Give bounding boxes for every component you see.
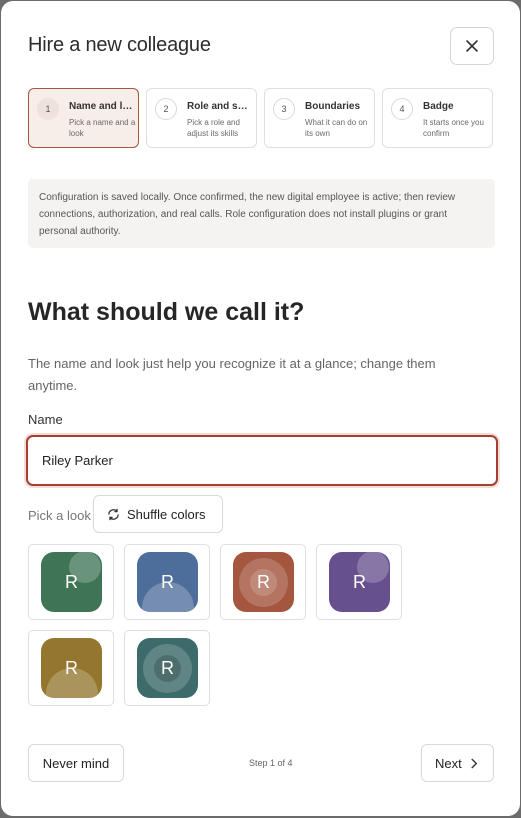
step-indicator: Step 1 of 4: [249, 758, 293, 768]
step-description: It starts once you confirm: [423, 118, 484, 138]
refresh-icon: [108, 508, 119, 520]
shuffle-colors-label: Shuffle colors: [127, 506, 206, 522]
never-mind-button[interactable]: Never mind: [28, 744, 124, 782]
step-description: What it can do on its own: [305, 118, 368, 138]
step-number: 1: [37, 98, 59, 120]
step-title: Boundaries: [305, 101, 361, 112]
step-title: Role and skills: [187, 101, 253, 112]
look-option-mustard[interactable]: R: [28, 630, 114, 706]
info-notice: Configuration is saved locally. Once con…: [28, 179, 495, 248]
chevron-right-icon: [471, 758, 477, 768]
avatar: R: [41, 638, 102, 698]
avatar-letter: R: [65, 657, 78, 678]
step-boundaries[interactable]: 3 Boundaries What it can do on its own: [264, 88, 375, 148]
pick-look-label: Pick a look: [28, 508, 91, 523]
avatar-letter: R: [161, 571, 174, 592]
avatar: R: [41, 552, 102, 612]
step-role-and-skills[interactable]: 2 Role and skills Pick a role and adjust…: [146, 88, 257, 148]
avatar: R: [233, 552, 294, 612]
close-button[interactable]: [450, 27, 494, 65]
avatar-letter: R: [65, 571, 78, 592]
step-description: Pick a name and a look: [69, 118, 136, 138]
name-label: Name: [28, 412, 63, 427]
shuffle-colors-button[interactable]: Shuffle colors: [93, 495, 223, 533]
avatar: R: [137, 638, 198, 698]
step-badge[interactable]: 4 Badge It starts once you confirm: [382, 88, 493, 148]
avatar-letter: R: [161, 657, 174, 678]
look-option-blue[interactable]: R: [124, 544, 210, 620]
avatar: R: [137, 552, 198, 612]
step-title: Badge: [423, 101, 454, 112]
avatar-letter: R: [257, 571, 270, 592]
next-label: Next: [435, 755, 462, 771]
step-tracker: 1 Name and look Pick a name and a look 2…: [28, 88, 495, 148]
close-icon: [466, 40, 478, 52]
step-number: 2: [155, 98, 177, 120]
avatar-letter: R: [353, 571, 366, 592]
look-option-teal[interactable]: R: [124, 630, 210, 706]
step-description: Pick a role and adjust its skills: [187, 118, 240, 138]
dialog-title: Hire a new colleague: [28, 34, 211, 56]
step-number: 3: [273, 98, 295, 120]
name-input[interactable]: [26, 435, 498, 486]
hire-dialog: Hire a new colleague 1 Name and look Pic…: [1, 1, 520, 816]
next-button[interactable]: Next: [421, 744, 494, 782]
step-number: 4: [391, 98, 413, 120]
section-subtext: The name and look just help you recogniz…: [28, 356, 436, 393]
step-title: Name and look: [69, 101, 135, 112]
look-option-green[interactable]: R: [28, 544, 114, 620]
section-heading: What should we call it?: [28, 298, 305, 326]
look-option-rust[interactable]: R: [220, 544, 306, 620]
avatar: R: [329, 552, 390, 612]
step-name-and-look[interactable]: 1 Name and look Pick a name and a look: [28, 88, 139, 148]
look-option-purple[interactable]: R: [316, 544, 402, 620]
never-mind-label: Never mind: [42, 755, 110, 771]
